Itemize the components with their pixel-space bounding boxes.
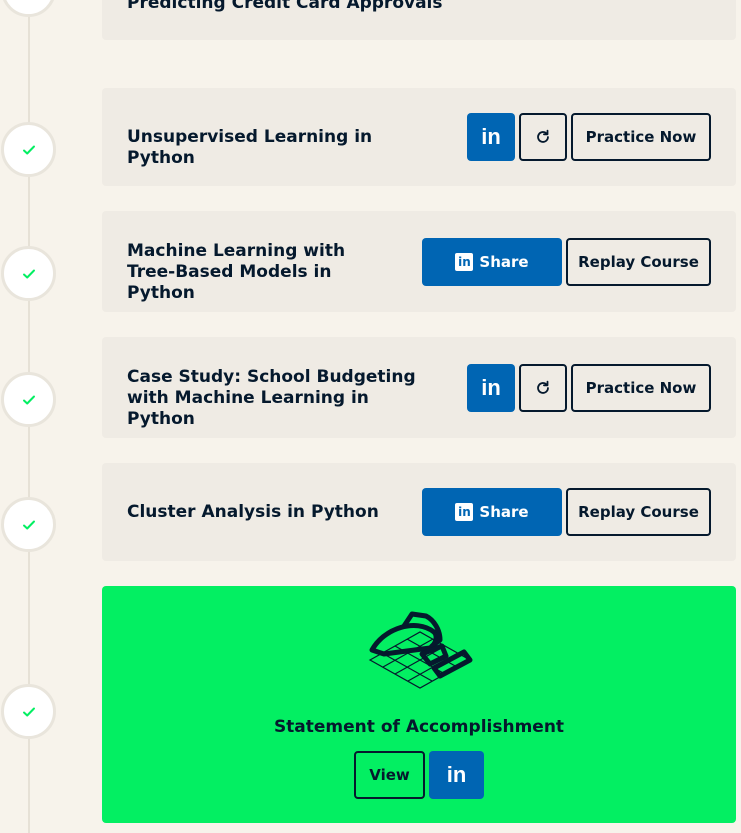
timeline-node-complete bbox=[1, 246, 56, 301]
check-icon bbox=[22, 145, 35, 154]
linkedin-icon: in bbox=[481, 124, 501, 149]
timeline-node-complete bbox=[1, 684, 56, 739]
share-button[interactable]: in Share bbox=[422, 238, 562, 286]
timeline-node-complete bbox=[1, 122, 56, 177]
refresh-icon bbox=[537, 380, 549, 394]
share-label: Share bbox=[479, 503, 529, 521]
accomplishment-title: Statement of Accomplishment bbox=[273, 717, 565, 737]
linkedin-icon: in bbox=[481, 375, 501, 400]
view-statement-button[interactable]: View bbox=[354, 751, 425, 799]
accomplishment-card: Statement of Accomplishment View in bbox=[102, 586, 736, 823]
share-label: Share bbox=[479, 253, 529, 271]
course-title: Machine Learning with Tree-Based Models … bbox=[127, 241, 346, 303]
check-icon bbox=[22, 269, 35, 278]
course-card: Predicting Credit Card Approvals bbox=[102, 0, 736, 40]
timeline-node-complete bbox=[1, 372, 56, 427]
course-card: Machine Learning with Tree-Based Models … bbox=[102, 211, 736, 312]
replay-course-button[interactable]: Replay Course bbox=[566, 488, 711, 536]
timeline-node-complete bbox=[1, 497, 56, 552]
timeline-node bbox=[1, 0, 56, 17]
restart-course-button[interactable] bbox=[519, 364, 567, 412]
restart-course-button[interactable] bbox=[519, 113, 567, 161]
course-card: Case Study: School Budgeting with Machin… bbox=[102, 337, 736, 438]
share-button[interactable]: in Share bbox=[422, 488, 562, 536]
trophy-icon bbox=[368, 611, 473, 689]
check-icon bbox=[22, 520, 35, 529]
course-title: Cluster Analysis in Python bbox=[127, 502, 379, 522]
course-title: Case Study: School Budgeting with Machin… bbox=[127, 367, 416, 429]
course-title: Predicting Credit Card Approvals bbox=[127, 0, 443, 13]
check-icon bbox=[22, 395, 35, 404]
course-card: Cluster Analysis in Python in Share Repl… bbox=[102, 463, 736, 561]
linkedin-share-button[interactable]: in bbox=[467, 364, 515, 412]
replay-course-button[interactable]: Replay Course bbox=[566, 238, 711, 286]
refresh-icon bbox=[537, 129, 549, 143]
check-icon bbox=[22, 707, 35, 716]
linkedin-icon: in bbox=[446, 762, 467, 787]
linkedin-share-button[interactable]: in bbox=[467, 113, 515, 161]
course-title: Unsupervised Learning in Python bbox=[127, 127, 373, 168]
practice-now-button[interactable]: Practice Now bbox=[571, 113, 711, 161]
linkedin-share-button[interactable]: in bbox=[429, 751, 484, 799]
course-card: Unsupervised Learning in Python in Pract… bbox=[102, 88, 736, 186]
linkedin-icon: in bbox=[455, 503, 474, 521]
practice-now-button[interactable]: Practice Now bbox=[571, 364, 711, 412]
linkedin-icon: in bbox=[455, 253, 474, 271]
